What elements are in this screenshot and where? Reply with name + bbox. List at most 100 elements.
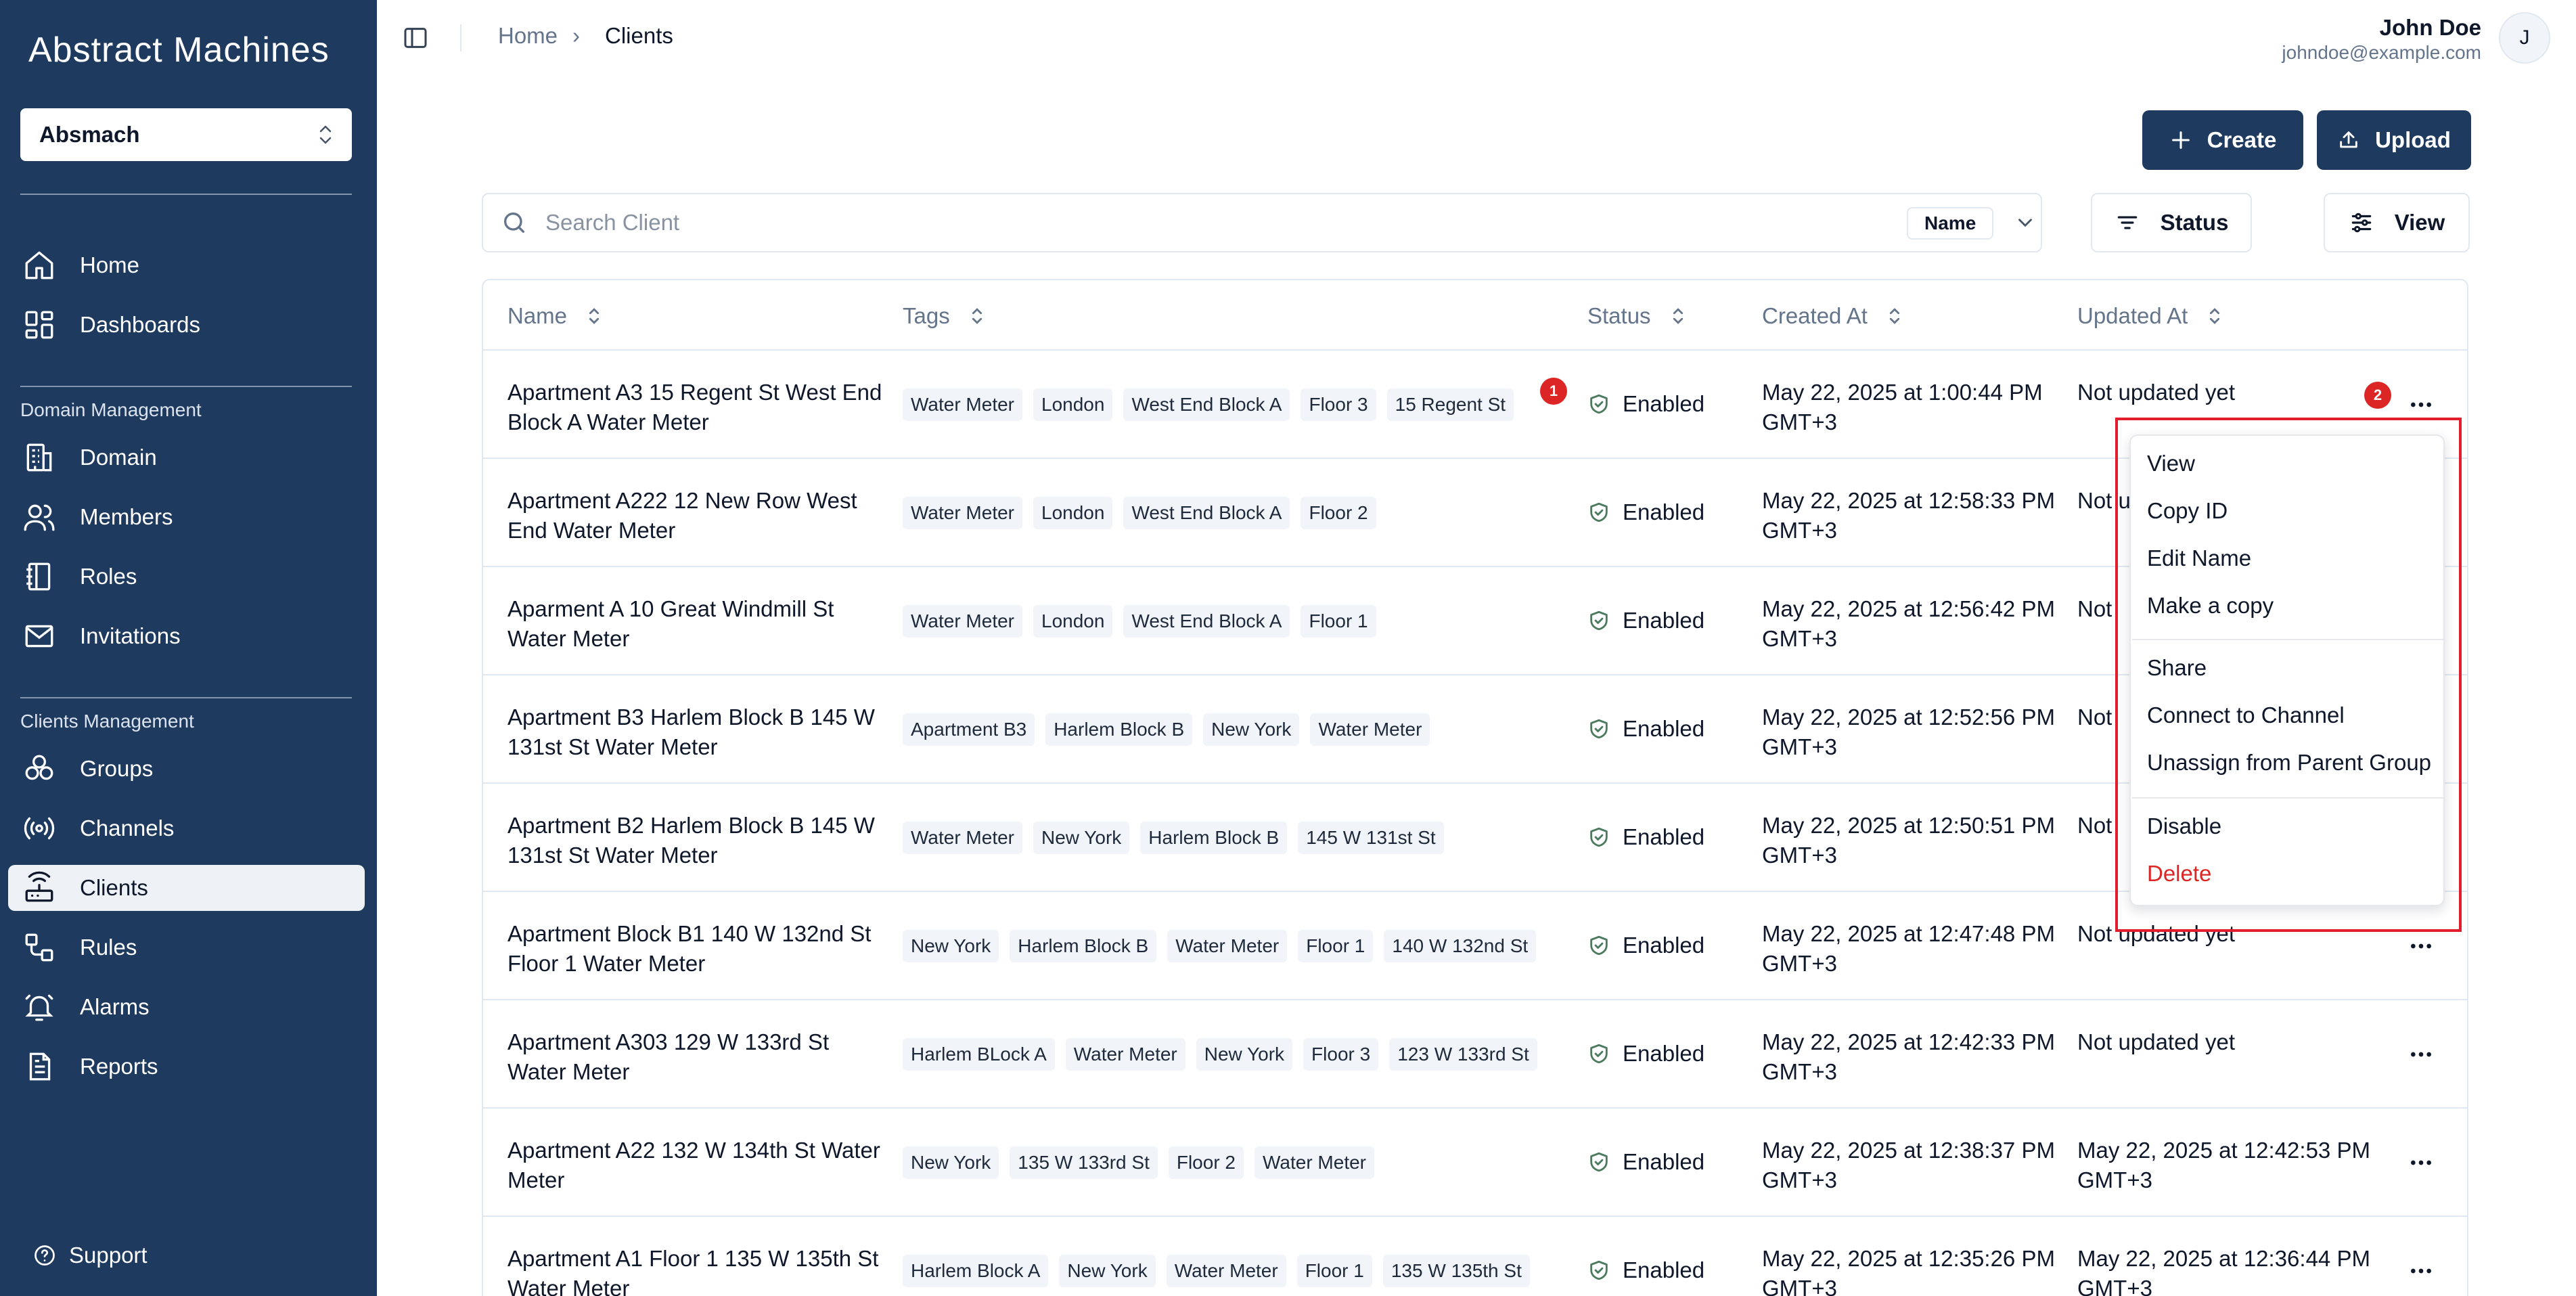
tag-chip: West End Block A — [1123, 605, 1290, 638]
status-text: Enabled — [1623, 1149, 1705, 1174]
upload-button[interactable]: Upload — [2317, 110, 2471, 170]
breadcrumb-home[interactable]: Home — [498, 23, 558, 49]
sidebar-item-channels[interactable]: Channels — [8, 805, 365, 851]
sidebar-item-reports[interactable]: Reports — [8, 1044, 365, 1090]
sidebar-item-label: Rules — [80, 935, 137, 960]
tag-chip: 140 W 132nd St — [1384, 930, 1537, 962]
column-header-tags[interactable]: Tags — [903, 303, 987, 329]
menu-item-connect-channel[interactable]: Connect to Channel — [2147, 702, 2345, 728]
shield-check-icon — [1587, 1259, 1623, 1282]
client-tags: Apartment B3 Harlem Block B New York Water … — [903, 713, 1430, 746]
menu-item-share[interactable]: Share — [2147, 655, 2207, 681]
bell-icon — [20, 988, 58, 1026]
updated-at: Not updated yet — [2077, 1029, 2235, 1054]
client-name: Apartment A1 Floor 1 135 W 135th St Wate… — [507, 1246, 879, 1296]
created-at: May 22, 2025 at 12:35:26 PM GMT+3 — [1762, 1246, 2055, 1296]
tag-chip: Apartment B3 — [903, 713, 1035, 746]
more-actions-icon[interactable] — [2408, 933, 2435, 960]
report-icon — [20, 1048, 58, 1086]
menu-item-copy-id[interactable]: Copy ID — [2147, 498, 2228, 524]
sidebar-item-label: Dashboards — [80, 312, 200, 337]
support-link[interactable]: Support — [32, 1243, 148, 1268]
tag-chip: Floor 2 — [1301, 497, 1376, 529]
shield-check-icon — [1587, 393, 1623, 416]
tag-chip: Harlem BLock A — [903, 1038, 1055, 1071]
status-cell: Enabled — [1587, 1257, 1704, 1283]
sidebar-item-invitations[interactable]: Invitations — [8, 613, 365, 659]
users-icon — [20, 498, 58, 536]
table-row[interactable]: Apartment A22 132 W 134th St Water Meter… — [483, 1107, 2467, 1217]
sidebar-divider — [20, 194, 352, 195]
tag-chip: Floor 3 — [1301, 388, 1376, 421]
status-filter-button[interactable]: Status — [2091, 193, 2252, 252]
menu-item-disable[interactable]: Disable — [2147, 813, 2221, 839]
sidebar-item-clients[interactable]: Clients — [8, 865, 365, 911]
sidebar-item-alarms[interactable]: Alarms — [8, 984, 365, 1030]
sidebar-item-label: Roles — [80, 564, 137, 589]
view-options-button[interactable]: View — [2324, 193, 2470, 252]
sidebar-item-label: Groups — [80, 756, 154, 781]
tag-chip: Water Meter — [1255, 1146, 1375, 1179]
column-header-name[interactable]: Name — [507, 303, 604, 329]
sidebar-item-members[interactable]: Members — [8, 494, 365, 540]
sidebar-item-label: Clients — [80, 875, 148, 900]
search-field-select[interactable]: Name — [1907, 207, 1994, 240]
more-actions-icon[interactable] — [2408, 1041, 2435, 1068]
upload-button-label: Upload — [2375, 127, 2451, 152]
menu-item-unassign-parent-group[interactable]: Unassign from Parent Group — [2147, 750, 2431, 776]
search-placeholder: Search Client — [545, 210, 680, 235]
sidebar-toggle-icon[interactable] — [402, 24, 429, 51]
created-at: May 22, 2025 at 1:00:44 PM GMT+3 — [1762, 380, 2043, 434]
updated-at: May 22, 2025 at 12:42:53 PM GMT+3 — [2077, 1138, 2370, 1192]
notebook-icon — [20, 558, 58, 596]
workspace-select[interactable]: Absmach — [20, 108, 352, 161]
tag-chip: Floor 2 — [1168, 1146, 1244, 1179]
sidebar-item-label: Reports — [80, 1054, 158, 1079]
column-header-updated-at[interactable]: Updated At — [2077, 303, 2224, 329]
table-row[interactable]: Apartment A303 129 W 133rd St Water Mete… — [483, 999, 2467, 1109]
created-at: May 22, 2025 at 12:56:42 PM GMT+3 — [1762, 596, 2055, 651]
client-tags: New York Harlem Block B Water Meter Floor 1… — [903, 930, 1537, 962]
more-actions-icon[interactable] — [2408, 1149, 2435, 1176]
updated-at: May 22, 2025 at 12:36:44 PM GMT+3 — [2077, 1246, 2370, 1296]
sidebar-item-groups[interactable]: Groups — [8, 746, 365, 792]
tag-chip: Floor 3 — [1303, 1038, 1379, 1071]
create-button[interactable]: Create — [2142, 110, 2303, 170]
sidebar-item-dashboards[interactable]: Dashboards — [8, 302, 365, 348]
user-email: johndoe@example.com — [2282, 42, 2481, 63]
table-row[interactable]: Apartment A1 Floor 1 135 W 135th St Wate… — [483, 1215, 2467, 1296]
menu-item-view[interactable]: View — [2147, 451, 2195, 476]
menu-item-delete[interactable]: Delete — [2147, 861, 2211, 887]
tag-chip: London — [1033, 497, 1113, 529]
tag-chip: Water Meter — [1166, 1255, 1286, 1287]
client-tags: Water Meter London West End Block A Floor 1 — [903, 605, 1376, 638]
sidebar-item-rules[interactable]: Rules — [8, 924, 365, 970]
client-name: Apartment A3 15 Regent St West End Block… — [507, 380, 882, 434]
tag-chip: 15 Regent St — [1386, 388, 1514, 421]
client-tags: Water Meter New York Harlem Block B 145 W 1… — [903, 822, 1444, 854]
created-at: May 22, 2025 at 12:42:33 PM GMT+3 — [1762, 1029, 2055, 1084]
sort-icon — [972, 308, 982, 324]
menu-item-make-copy[interactable]: Make a copy — [2147, 593, 2274, 619]
sort-icon — [2210, 308, 2220, 324]
client-tags: Water Meter London West End Block A Floor 2 — [903, 497, 1376, 529]
column-header-created-at[interactable]: Created At — [1762, 303, 1904, 329]
search-input[interactable]: Search Client — [482, 193, 2042, 252]
column-header-status[interactable]: Status — [1587, 303, 1688, 329]
sidebar-item-domain[interactable]: Domain — [8, 434, 365, 481]
more-actions-icon[interactable] — [2408, 391, 2435, 418]
tag-chip: Water Meter — [903, 605, 1022, 638]
tag-chip: Water Meter — [1065, 1038, 1185, 1071]
sliders-icon — [2351, 213, 2371, 233]
chevron-down-icon[interactable] — [2014, 211, 2037, 234]
menu-divider — [2132, 797, 2443, 799]
more-actions-icon[interactable] — [2408, 1257, 2435, 1284]
topbar-divider — [460, 24, 461, 51]
avatar[interactable]: J — [2499, 12, 2550, 64]
tag-chip: New York — [1059, 1255, 1156, 1287]
breadcrumb-separator-icon: › — [572, 23, 580, 48]
sidebar-item-roles[interactable]: Roles — [8, 554, 365, 600]
sidebar-item-home[interactable]: Home — [8, 242, 365, 288]
menu-item-edit-name[interactable]: Edit Name — [2147, 545, 2251, 571]
table-row[interactable]: Apartment Block B1 140 W 132nd St Floor … — [483, 891, 2467, 1000]
